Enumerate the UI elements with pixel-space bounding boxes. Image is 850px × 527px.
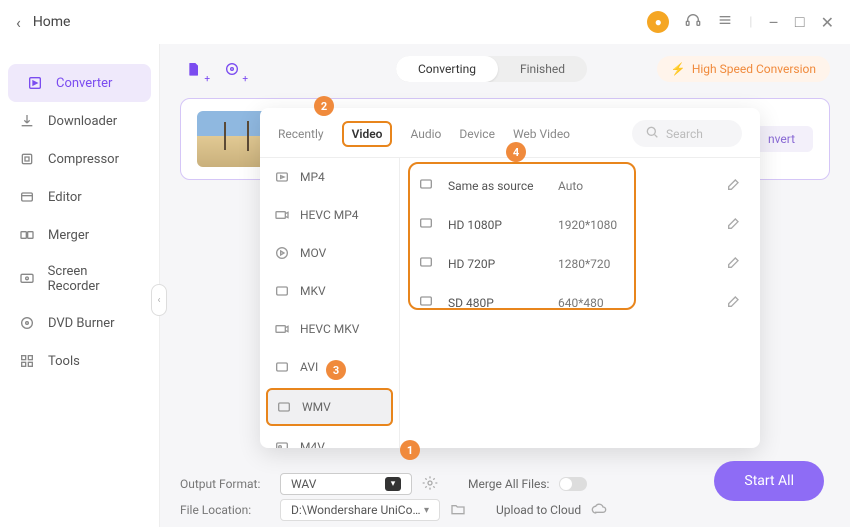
start-all-button[interactable]: Start All: [714, 461, 824, 501]
resolution-icon: [418, 254, 438, 273]
menu-icon[interactable]: [717, 12, 733, 32]
video-icon: [274, 283, 290, 299]
resolution-720p[interactable]: HD 720P 1280*720: [418, 244, 742, 283]
resolution-1080p[interactable]: HD 1080P 1920*1080: [418, 205, 742, 244]
popup-tab-video[interactable]: Video: [342, 121, 393, 147]
headset-icon[interactable]: [685, 12, 701, 32]
popup-tab-webvideo[interactable]: Web Video: [513, 127, 570, 141]
add-file-icon[interactable]: +: [180, 55, 208, 83]
marker-4: 4: [506, 142, 526, 162]
divider: |: [749, 15, 752, 30]
converter-icon: [26, 74, 44, 92]
sidebar-item-label: Tools: [48, 354, 80, 369]
high-speed-label: High Speed Conversion: [692, 62, 816, 76]
bolt-icon: ⚡: [671, 62, 686, 76]
avatar[interactable]: ●: [647, 11, 669, 33]
screen-recorder-icon: [18, 270, 36, 288]
merge-label: Merge All Files:: [468, 477, 549, 491]
cloud-icon[interactable]: [591, 501, 607, 520]
video-icon: [274, 245, 290, 261]
video-icon: [274, 359, 290, 375]
bottom-bar: Output Format: WAV ▾ Merge All Files: Fi…: [160, 463, 850, 527]
sidebar-item-editor[interactable]: Editor: [0, 178, 159, 216]
format-mp4[interactable]: MP4: [260, 158, 399, 196]
sidebar: Converter Downloader Compressor Editor M…: [0, 44, 160, 527]
format-hevc-mp4[interactable]: HEVC MP4: [260, 196, 399, 234]
tools-icon: [18, 352, 36, 370]
video-icon: [274, 439, 290, 448]
settings-icon[interactable]: [422, 475, 438, 494]
edit-icon[interactable]: [726, 215, 742, 234]
sidebar-item-converter[interactable]: Converter: [8, 64, 151, 102]
merger-icon: [18, 226, 36, 244]
chevron-down-icon: ▾: [385, 477, 401, 491]
output-format-select[interactable]: WAV ▾: [280, 473, 412, 495]
close-button[interactable]: ✕: [821, 13, 834, 32]
popup-tab-audio[interactable]: Audio: [410, 127, 441, 141]
minimize-button[interactable]: –: [768, 13, 779, 32]
search-placeholder: Search: [666, 127, 703, 141]
upload-cloud-label: Upload to Cloud: [496, 503, 581, 517]
add-dvd-icon[interactable]: +: [218, 55, 246, 83]
resolution-same-as-source[interactable]: Same as source Auto: [418, 166, 742, 205]
video-icon: [276, 399, 292, 415]
format-hevc-mkv[interactable]: HEVC MKV: [260, 310, 399, 348]
tab-converting[interactable]: Converting: [396, 56, 498, 82]
sidebar-item-dvd-burner[interactable]: DVD Burner: [0, 304, 159, 342]
maximize-button[interactable]: □: [795, 12, 805, 32]
back-icon[interactable]: ‹: [16, 13, 21, 32]
folder-icon[interactable]: [450, 501, 466, 520]
file-location-label: File Location:: [180, 503, 270, 517]
marker-1: 1: [400, 440, 420, 460]
format-list: MP4 HEVC MP4 MOV MKV HEVC MKV AVI WMV M4…: [260, 158, 400, 448]
format-search[interactable]: Search: [632, 120, 742, 147]
sidebar-item-label: Merger: [48, 228, 89, 243]
chevron-down-icon: ▾: [424, 505, 429, 516]
resolution-icon: [418, 215, 438, 234]
sidebar-item-label: Editor: [48, 190, 82, 205]
resolution-icon: [418, 293, 438, 312]
dvd-burner-icon: [18, 314, 36, 332]
video-icon: [274, 321, 290, 337]
segment-control: Converting Finished: [396, 56, 587, 82]
sidebar-item-downloader[interactable]: Downloader: [0, 102, 159, 140]
sidebar-item-label: Converter: [56, 76, 112, 91]
marker-2: 2: [314, 96, 334, 116]
format-m4v[interactable]: M4V: [260, 428, 399, 448]
sidebar-item-merger[interactable]: Merger: [0, 216, 159, 254]
edit-icon[interactable]: [726, 176, 742, 195]
format-wmv[interactable]: WMV: [266, 388, 393, 426]
resolution-list: Same as source Auto HD 1080P 1920*1080 H…: [400, 158, 760, 448]
editor-icon: [18, 188, 36, 206]
sidebar-item-label: Compressor: [48, 152, 119, 167]
edit-icon[interactable]: [726, 254, 742, 273]
page-title: Home: [33, 14, 71, 30]
sidebar-item-label: DVD Burner: [48, 316, 115, 331]
sidebar-item-compressor[interactable]: Compressor: [0, 140, 159, 178]
format-mov[interactable]: MOV: [260, 234, 399, 272]
titlebar: ‹ Home ● | – □ ✕: [0, 0, 850, 44]
video-icon: [274, 207, 290, 223]
edit-icon[interactable]: [726, 293, 742, 312]
sidebar-item-tools[interactable]: Tools: [0, 342, 159, 380]
downloader-icon: [18, 112, 36, 130]
merge-toggle[interactable]: [559, 477, 587, 491]
marker-3: 3: [326, 360, 346, 380]
popup-tab-device[interactable]: Device: [459, 127, 495, 141]
output-format-label: Output Format:: [180, 477, 270, 491]
format-mkv[interactable]: MKV: [260, 272, 399, 310]
file-location-select[interactable]: D:\Wondershare UniConverter 1 ▾: [280, 499, 440, 521]
sidebar-item-label: Downloader: [48, 114, 117, 129]
resolution-480p[interactable]: SD 480P 640*480: [418, 283, 742, 322]
compressor-icon: [18, 150, 36, 168]
video-icon: [274, 169, 290, 185]
sidebar-item-label: Screen Recorder: [48, 264, 141, 294]
search-icon: [644, 124, 660, 143]
popup-tab-recently[interactable]: Recently: [278, 127, 324, 141]
sidebar-item-screen-recorder[interactable]: Screen Recorder: [0, 254, 159, 304]
high-speed-badge[interactable]: ⚡ High Speed Conversion: [657, 56, 830, 82]
tab-finished[interactable]: Finished: [498, 56, 587, 82]
topbar: + + Converting Finished ⚡ High Speed Con…: [180, 44, 830, 94]
resolution-icon: [418, 176, 438, 195]
